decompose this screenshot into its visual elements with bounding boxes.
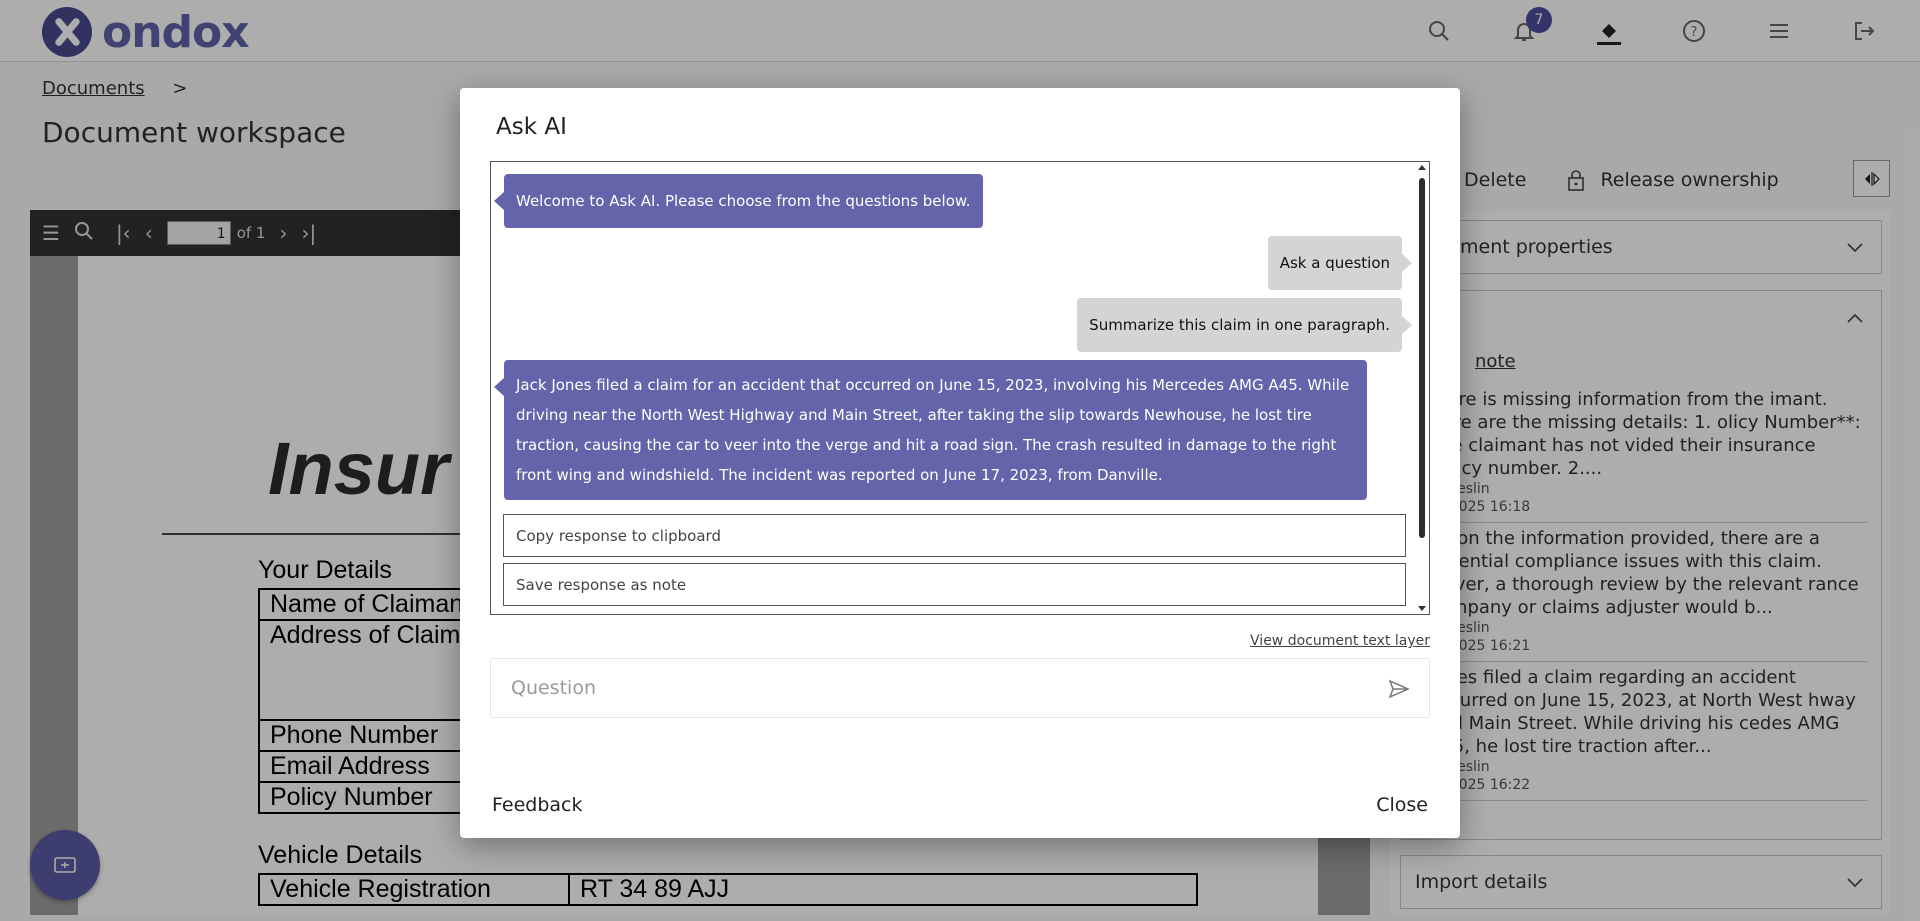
ask-ai-dialog: Ask AI Welcome to Ask AI. Please choose … [460,88,1460,838]
user-message: Summarize this claim in one paragraph. [1077,298,1412,352]
save-response-note-button[interactable]: Save response as note [503,563,1406,606]
user-message: Ask a question [1267,236,1413,290]
ai-response-message: Jack Jones filed a claim for an accident… [494,360,1367,500]
send-icon[interactable] [1387,677,1411,701]
chat-scrollbar[interactable] [1415,162,1429,614]
feedback-button[interactable]: Feedback [492,794,582,816]
question-field [490,658,1430,718]
chat-history: Welcome to Ask AI. Please choose from th… [490,161,1430,615]
dialog-title: Ask AI [496,114,567,140]
copy-response-button[interactable]: Copy response to clipboard [503,514,1406,557]
ai-welcome-message: Welcome to Ask AI. Please choose from th… [494,174,983,228]
view-text-layer-link[interactable]: View document text layer [1250,633,1430,649]
close-button[interactable]: Close [1376,794,1428,816]
question-input[interactable] [491,659,1371,717]
